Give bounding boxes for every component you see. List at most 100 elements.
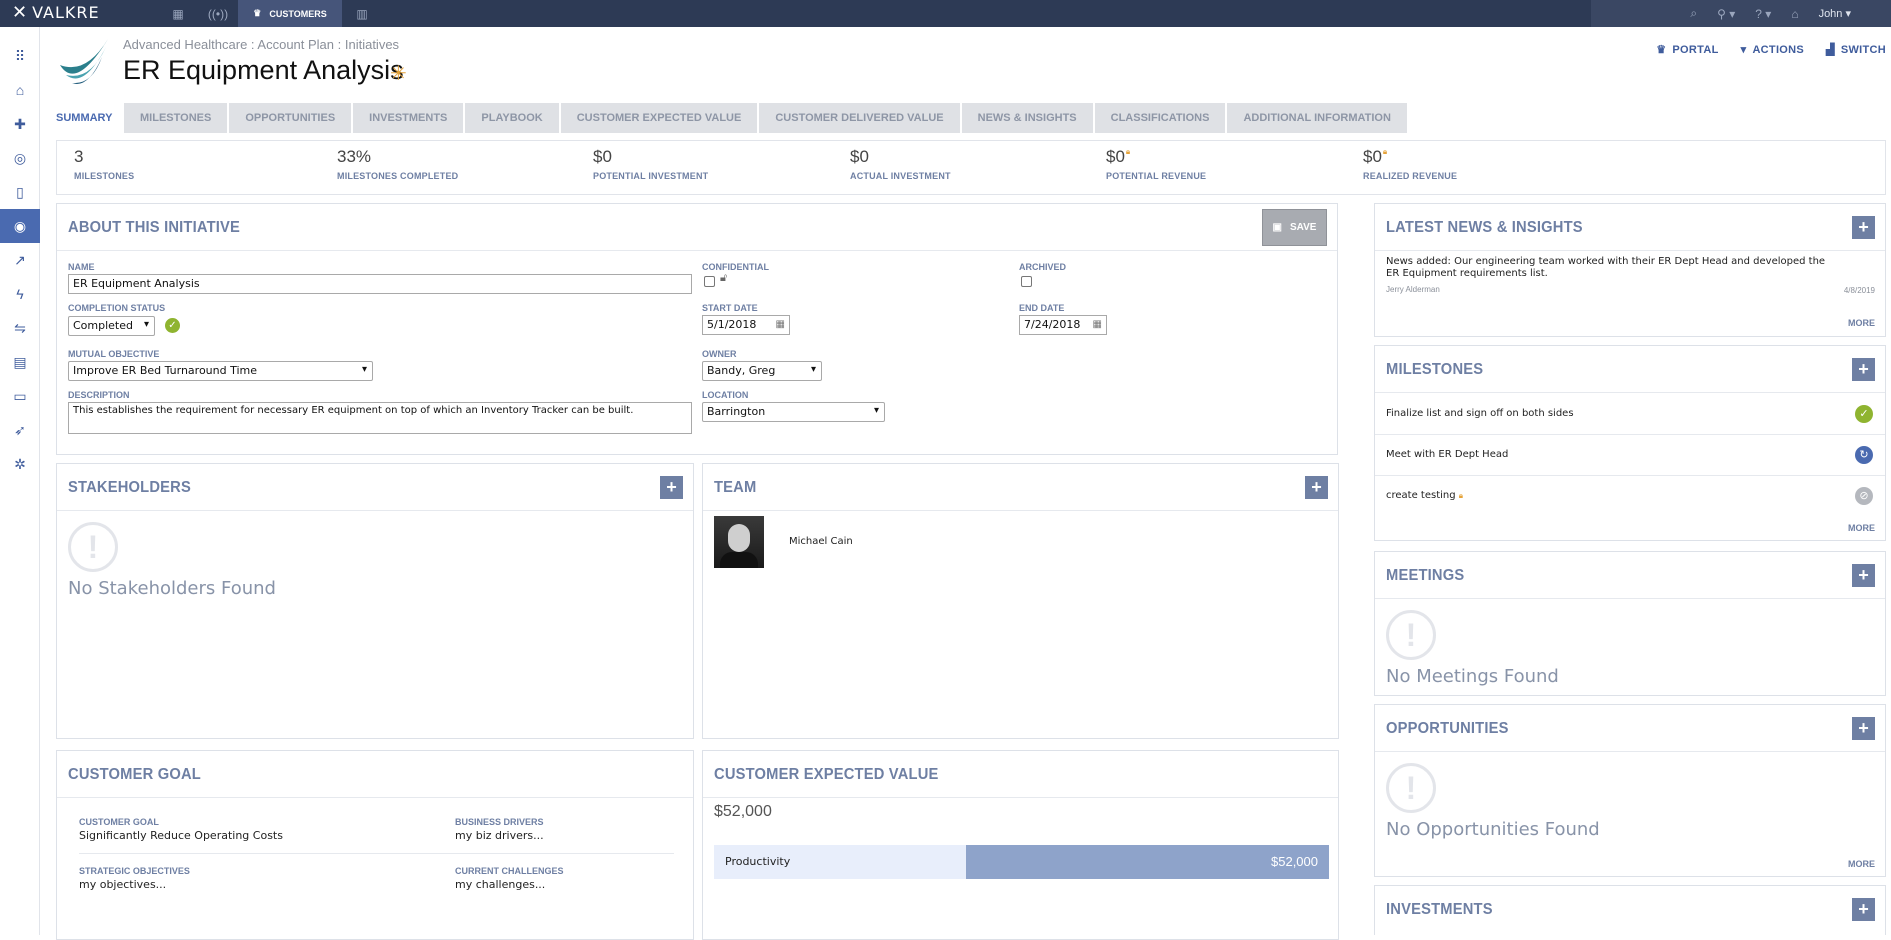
panel-title: LATEST NEWS & INSIGHTS bbox=[1386, 219, 1583, 236]
start-date-value: 5/1/2018 bbox=[707, 318, 757, 331]
opportunities-more-link[interactable]: MORE bbox=[1848, 859, 1875, 869]
milestone-text: Finalize list and sign off on both sides bbox=[1386, 408, 1574, 419]
inbox-icon[interactable]: ▭ bbox=[0, 379, 40, 413]
mutual-objective-select[interactable]: Improve ER Bed Turnaround Time ▾ bbox=[68, 361, 373, 381]
cev-total: $52,000 bbox=[714, 803, 772, 820]
add-stakeholder-button[interactable]: + bbox=[660, 476, 683, 499]
completion-status-select[interactable]: Completed ▾ bbox=[68, 316, 155, 336]
actions-button[interactable]: ▾ ACTIONS bbox=[1741, 43, 1804, 56]
archived-checkbox[interactable] bbox=[1021, 276, 1032, 287]
initiatives-icon[interactable]: ◉ bbox=[0, 209, 40, 243]
description-textarea[interactable]: This establishes the requirement for nec… bbox=[68, 402, 692, 434]
milestone-row[interactable]: Meet with ER Dept Head ↻ bbox=[1375, 435, 1885, 476]
panel-header: CUSTOMER GOAL bbox=[57, 751, 693, 798]
name-field[interactable]: ER Equipment Analysis bbox=[68, 274, 692, 294]
calendar-icon[interactable]: ▦ bbox=[776, 319, 785, 330]
handshake-icon[interactable]: ⇋ bbox=[0, 311, 40, 345]
switch-button[interactable]: ▟ SWITCH bbox=[1826, 43, 1886, 56]
save-button[interactable]: ▣ SAVE bbox=[1262, 209, 1327, 246]
avatar[interactable] bbox=[714, 516, 764, 568]
empty-text: No Meetings Found bbox=[1386, 666, 1559, 687]
stat-milestones: 3 MILESTONES bbox=[74, 147, 134, 181]
news-item-text[interactable]: News added: Our engineering team worked … bbox=[1386, 256, 1826, 280]
breadcrumb[interactable]: Advanced Healthcare : Account Plan : Ini… bbox=[123, 37, 399, 52]
start-date-field[interactable]: 5/1/2018 ▦ bbox=[702, 315, 790, 335]
brand-logo[interactable]: ✕ VALKRE bbox=[12, 2, 100, 23]
milestone-row[interactable]: Finalize list and sign off on both sides… bbox=[1375, 394, 1885, 435]
archived-label: ARCHIVED bbox=[1019, 262, 1067, 272]
add-news-button[interactable]: + bbox=[1852, 216, 1875, 239]
book-icon[interactable]: ▯ bbox=[0, 175, 40, 209]
calendar-icon[interactable]: ▦ bbox=[1093, 319, 1102, 330]
lightning-icon[interactable]: ϟ bbox=[0, 277, 40, 311]
news-date: 4/8/2019 bbox=[1843, 286, 1875, 295]
arrow-out-icon[interactable]: ↗ bbox=[0, 243, 40, 277]
add-milestone-button[interactable]: + bbox=[1852, 358, 1875, 381]
puzzle-icon[interactable]: ✚ bbox=[0, 107, 40, 141]
about-initiative-panel: ABOUT THIS INITIATIVE ▣ SAVE NAME ER Equi… bbox=[56, 203, 1338, 455]
target-icon[interactable]: ◎ bbox=[0, 141, 40, 175]
rocket-icon[interactable]: ➶ bbox=[0, 413, 40, 447]
chart-icon[interactable]: ▤ bbox=[0, 345, 40, 379]
stat-realized-revenue: $0🔒︎ REALIZED REVENUE bbox=[1363, 147, 1457, 181]
end-date-field[interactable]: 7/24/2018 ▦ bbox=[1019, 315, 1107, 335]
save-label: SAVE bbox=[1289, 222, 1317, 233]
opportunities-panel: OPPORTUNITIES + ! No Opportunities Found… bbox=[1374, 704, 1886, 877]
add-team-member-button[interactable]: + bbox=[1305, 476, 1328, 499]
crown-icon: ♛ bbox=[1656, 44, 1667, 56]
avatar-face bbox=[728, 524, 750, 552]
tab-customer-delivered-value[interactable]: CUSTOMER DELIVERED VALUE bbox=[759, 103, 962, 133]
tab-milestones[interactable]: MILESTONES bbox=[124, 103, 230, 133]
nav-customers[interactable]: ♛ CUSTOMERS bbox=[238, 0, 342, 27]
portal-button[interactable]: ♛ PORTAL bbox=[1656, 43, 1718, 56]
milestone-text-wrap: create testing 🔒︎ bbox=[1386, 490, 1463, 501]
alert-icon: ! bbox=[68, 522, 118, 572]
unlock-icon: 🔓︎ bbox=[720, 272, 728, 284]
tab-customer-expected-value[interactable]: CUSTOMER EXPECTED VALUE bbox=[560, 103, 760, 133]
confidential-checkbox[interactable] bbox=[704, 276, 715, 287]
tab-additional-information[interactable]: ADDITIONAL INFORMATION bbox=[1227, 103, 1409, 133]
milestone-row[interactable]: create testing 🔒︎ ⊘ bbox=[1375, 476, 1885, 517]
location-select[interactable]: Barrington ▾ bbox=[702, 402, 885, 422]
panel-header: TEAM + bbox=[703, 464, 1338, 511]
stat-label: MILESTONES COMPLETED bbox=[337, 171, 459, 181]
tab-news-insights[interactable]: NEWS & INSIGHTS bbox=[961, 103, 1095, 133]
settings-gear-icon[interactable]: ✲ bbox=[0, 447, 40, 481]
tab-classifications[interactable]: CLASSIFICATIONS bbox=[1094, 103, 1228, 133]
help-icon[interactable]: ? ▾ bbox=[1755, 7, 1771, 21]
confidential-label: CONFIDENTIAL bbox=[702, 262, 769, 272]
tab-investments[interactable]: INVESTMENTS bbox=[353, 103, 466, 133]
stat-actual-investment: $0 ACTUAL INVESTMENT bbox=[850, 147, 951, 181]
add-opportunity-button[interactable]: + bbox=[1852, 717, 1875, 740]
pin-icon[interactable]: ⚲ ▾ bbox=[1717, 7, 1735, 21]
search-icon[interactable]: ⌕ bbox=[1690, 6, 1697, 21]
stat-potential-investment: $0 POTENTIAL INVESTMENT bbox=[593, 147, 708, 181]
nav-buildings-icon[interactable]: ▦ bbox=[158, 0, 198, 27]
value-bar-row[interactable]: Productivity $52,000 bbox=[714, 845, 1329, 879]
alert-icon: ! bbox=[1386, 763, 1436, 813]
valkre-x-icon: ✕ bbox=[12, 2, 29, 23]
stat-label: POTENTIAL INVESTMENT bbox=[593, 171, 709, 181]
home-icon[interactable]: ⌂ bbox=[0, 73, 40, 107]
org-icon[interactable]: ⌂ bbox=[1791, 7, 1798, 21]
stat-value: $0 bbox=[1363, 147, 1382, 166]
milestones-more-link[interactable]: MORE bbox=[1848, 523, 1875, 533]
user-menu[interactable]: John ▾ bbox=[1819, 7, 1851, 20]
tab-opportunities[interactable]: OPPORTUNITIES bbox=[229, 103, 354, 133]
tab-playbook[interactable]: PLAYBOOK bbox=[465, 103, 561, 133]
panel-header: MEETINGS + bbox=[1375, 552, 1885, 599]
tab-summary[interactable]: SUMMARY bbox=[56, 103, 124, 133]
end-date-value: 7/24/2018 bbox=[1024, 318, 1081, 331]
add-meeting-button[interactable]: + bbox=[1852, 564, 1875, 587]
nav-reports-icon[interactable]: ▥ bbox=[342, 0, 382, 27]
apps-grid-icon[interactable]: ⠿ bbox=[0, 39, 40, 73]
meetings-panel: MEETINGS + ! No Meetings Found bbox=[1374, 551, 1886, 696]
nav-broadcast-icon[interactable]: ((•)) bbox=[198, 0, 238, 27]
team-member-name[interactable]: Michael Cain bbox=[789, 536, 853, 547]
add-investment-button[interactable]: + bbox=[1852, 898, 1875, 921]
lock-icon: 🔒︎ bbox=[1458, 491, 1464, 500]
challenges-label: CURRENT CHALLENGES bbox=[455, 866, 564, 876]
owner-select[interactable]: Bandy, Greg ▾ bbox=[702, 361, 822, 381]
news-more-link[interactable]: MORE bbox=[1848, 318, 1875, 328]
chevron-down-icon: ▾ bbox=[1740, 44, 1747, 56]
